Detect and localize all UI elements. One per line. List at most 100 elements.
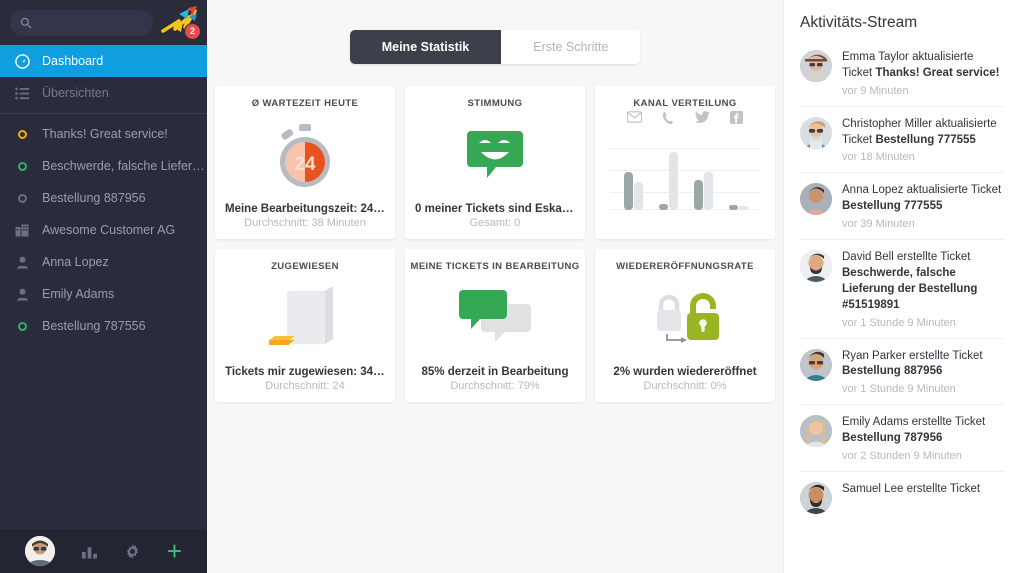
activity-subject[interactable]: Thanks! Great service! [875,67,999,79]
ticket-state-dot-icon [14,321,30,331]
activity-body: Emma Taylor aktualisierte Ticket Thanks!… [842,50,1005,97]
sidebar-item-ticket-887956[interactable]: Bestellung 887956 [0,182,207,214]
activity-item[interactable]: David Bell erstellte Ticket Beschwerde, … [800,240,1005,339]
search-input[interactable] [39,16,143,29]
ticket-state-dot-icon [14,193,30,203]
activity-item[interactable]: Christopher Miller aktualisierte Ticket … [800,107,1005,174]
card-title: Ø Wartezeit heute [251,98,359,109]
avatar [800,116,832,149]
sidebar-item-dashboard[interactable]: Dashboard [0,45,207,77]
activity-text: Samuel Lee erstellte Ticket [842,482,1005,498]
search-icon [20,17,32,28]
sidebar-item-user-anna-lopez[interactable]: Anna Lopez [0,246,207,278]
activity-item[interactable]: Emily Adams erstellte Ticket Bestellung … [800,405,1005,473]
card-title: Zugewiesen [271,261,339,272]
activity-prefix: Samuel Lee erstellte Ticket [842,483,981,496]
activity-subject[interactable]: Bestellung 777555 [842,200,942,212]
open-padlock-icon [657,293,719,343]
activity-item[interactable]: Samuel Lee erstellte Ticket [800,472,1005,523]
activity-item[interactable]: Anna Lopez aktualisierte Ticket Bestellu… [800,173,1005,241]
ticket-state-dot-icon [14,129,30,139]
facebook-icon [730,111,743,124]
sidebar-item-label: Dashboard [42,54,104,68]
tab-erste-schritte[interactable]: Erste Schritte [501,30,641,64]
card-sub-text: Durchschnitt: 38 Minuten [244,217,366,229]
activity-body: Ryan Parker erstellte Ticket Bestellung … [842,349,1005,396]
avatar [800,50,832,82]
activity-stream: Aktivitäts-Stream Emma Taylor aktualisie… [783,0,1019,573]
sidebar-item-uebersichten[interactable]: Übersichten [0,77,207,109]
sidebar-item-label: Übersichten [42,86,109,100]
card-sub-text: Durchschnitt: 79% [450,380,540,392]
activity-text: Christopher Miller aktualisierte Ticket … [842,117,1005,149]
bar-email-out [634,182,643,210]
tab-meine-statistik[interactable]: Meine Statistik [349,30,502,64]
activity-subject[interactable]: Beschwerde, falsche Lieferung der Bestel… [842,267,977,311]
card-main-text: 2% wurden wiedereröffnet [613,366,757,378]
sidebar-item-ticket-thanks[interactable]: Thanks! Great service! [0,118,207,150]
card-tickets-in-bearbeitung[interactable]: Meine Tickets in Bearbeitung 85% derzeit… [405,249,585,402]
activity-body: Christopher Miller aktualisierte Ticket … [842,117,1005,164]
activity-item[interactable]: Emma Taylor aktualisierte Ticket Thanks!… [800,40,1005,107]
activity-item[interactable]: Ryan Parker erstellte Ticket Bestellung … [800,339,1005,406]
user-icon [14,288,30,301]
card-title: Meine Tickets in Bearbeitung [410,261,580,272]
activity-time: vor 2 Stunden 9 Minuten [842,450,962,463]
card-main-text: Meine Bearbeitungszeit: 24 ... [225,203,385,215]
card-stimmung[interactable]: Stimmung 0 meiner Tickets sind Eskalie..… [405,86,585,239]
sidebar-item-organization[interactable]: Awesome Customer AG [0,214,207,246]
plus-icon[interactable]: + [167,538,182,564]
dashboard-icon [14,53,30,69]
sidebar-item-label: Beschwerde, falsche Lieferung ... [42,159,207,173]
card-visual: 24 [225,109,385,203]
activity-time: vor 1 Stunde 9 Minuten [842,316,956,329]
activity-prefix: David Bell erstellte Ticket [842,251,971,264]
card-kanal-verteilung[interactable]: Kanal Verteilung [595,86,775,239]
card-main-text: Tickets mir zugewiesen: 34 v... [225,366,385,378]
activity-text: Emma Taylor aktualisierte Ticket Thanks!… [842,50,1005,82]
activity-prefix: Ryan Parker erstellte Ticket [842,349,983,362]
smiley-speech-bubble-icon [467,131,523,178]
activity-subject[interactable]: Bestellung 787956 [842,432,942,444]
bar-phone-in [659,204,668,210]
zammad-bird-logo[interactable]: 2 [159,5,201,41]
activity-text: David Bell erstellte Ticket Beschwerde, … [842,250,1005,313]
sidebar-item-ticket-beschwerde[interactable]: Beschwerde, falsche Lieferung ... [0,150,207,182]
sidebar-item-user-emily-adams[interactable]: Emily Adams [0,278,207,310]
activity-subject[interactable]: Bestellung 887956 [842,365,942,377]
card-title: Kanal Verteilung [633,98,737,109]
card-visual [605,125,765,229]
bar-twitter-out [704,172,713,210]
user-icon [14,256,30,269]
list-icon [14,87,30,100]
channel-icon-row [617,111,753,125]
sidebar-item-label: Bestellung 787556 [42,319,146,333]
activity-subject[interactable]: Bestellung 777555 [875,134,975,146]
activity-body: David Bell erstellte Ticket Beschwerde, … [842,250,1005,328]
card-wiedereroeffnungsrate[interactable]: Wiedereröffnungsrate [595,249,775,402]
sidebar-divider [0,113,207,114]
avatar [800,415,832,448]
avatar [800,348,832,381]
card-zugewiesen[interactable]: Zugewiesen [215,249,395,402]
sidebar-item-ticket-787556[interactable]: Bestellung 787556 [0,310,207,342]
activity-stream-title: Aktivitäts-Stream [800,14,918,31]
card-title: Wiedereröffnungsrate [616,261,754,272]
activity-prefix: Emily Adams erstellte Ticket [842,416,986,429]
activity-body: Samuel Lee erstellte Ticket [842,482,1005,514]
activity-body: Emily Adams erstellte Ticket Bestellung … [842,415,1005,462]
card-wartezeit[interactable]: Ø Wartezeit heute 24 Meine Bearbeitungsz… [215,86,395,239]
current-user-avatar[interactable] [24,536,55,566]
bar-phone-out [669,152,678,210]
gear-icon[interactable] [124,543,141,560]
ticket-state-dot-icon [14,161,30,171]
bar-facebook-out [739,206,748,210]
activity-text: Emily Adams erstellte Ticket Bestellung … [842,415,1005,447]
search-box[interactable] [10,9,153,36]
email-icon [627,111,642,123]
bar-chart-icon[interactable] [81,543,98,559]
activity-time: vor 18 Minuten [842,151,915,164]
notification-badge[interactable]: 2 [184,22,201,40]
activity-text: Anna Lopez aktualisierte Ticket Bestellu… [842,183,1005,215]
stopwatch-icon: 24 [280,124,330,187]
